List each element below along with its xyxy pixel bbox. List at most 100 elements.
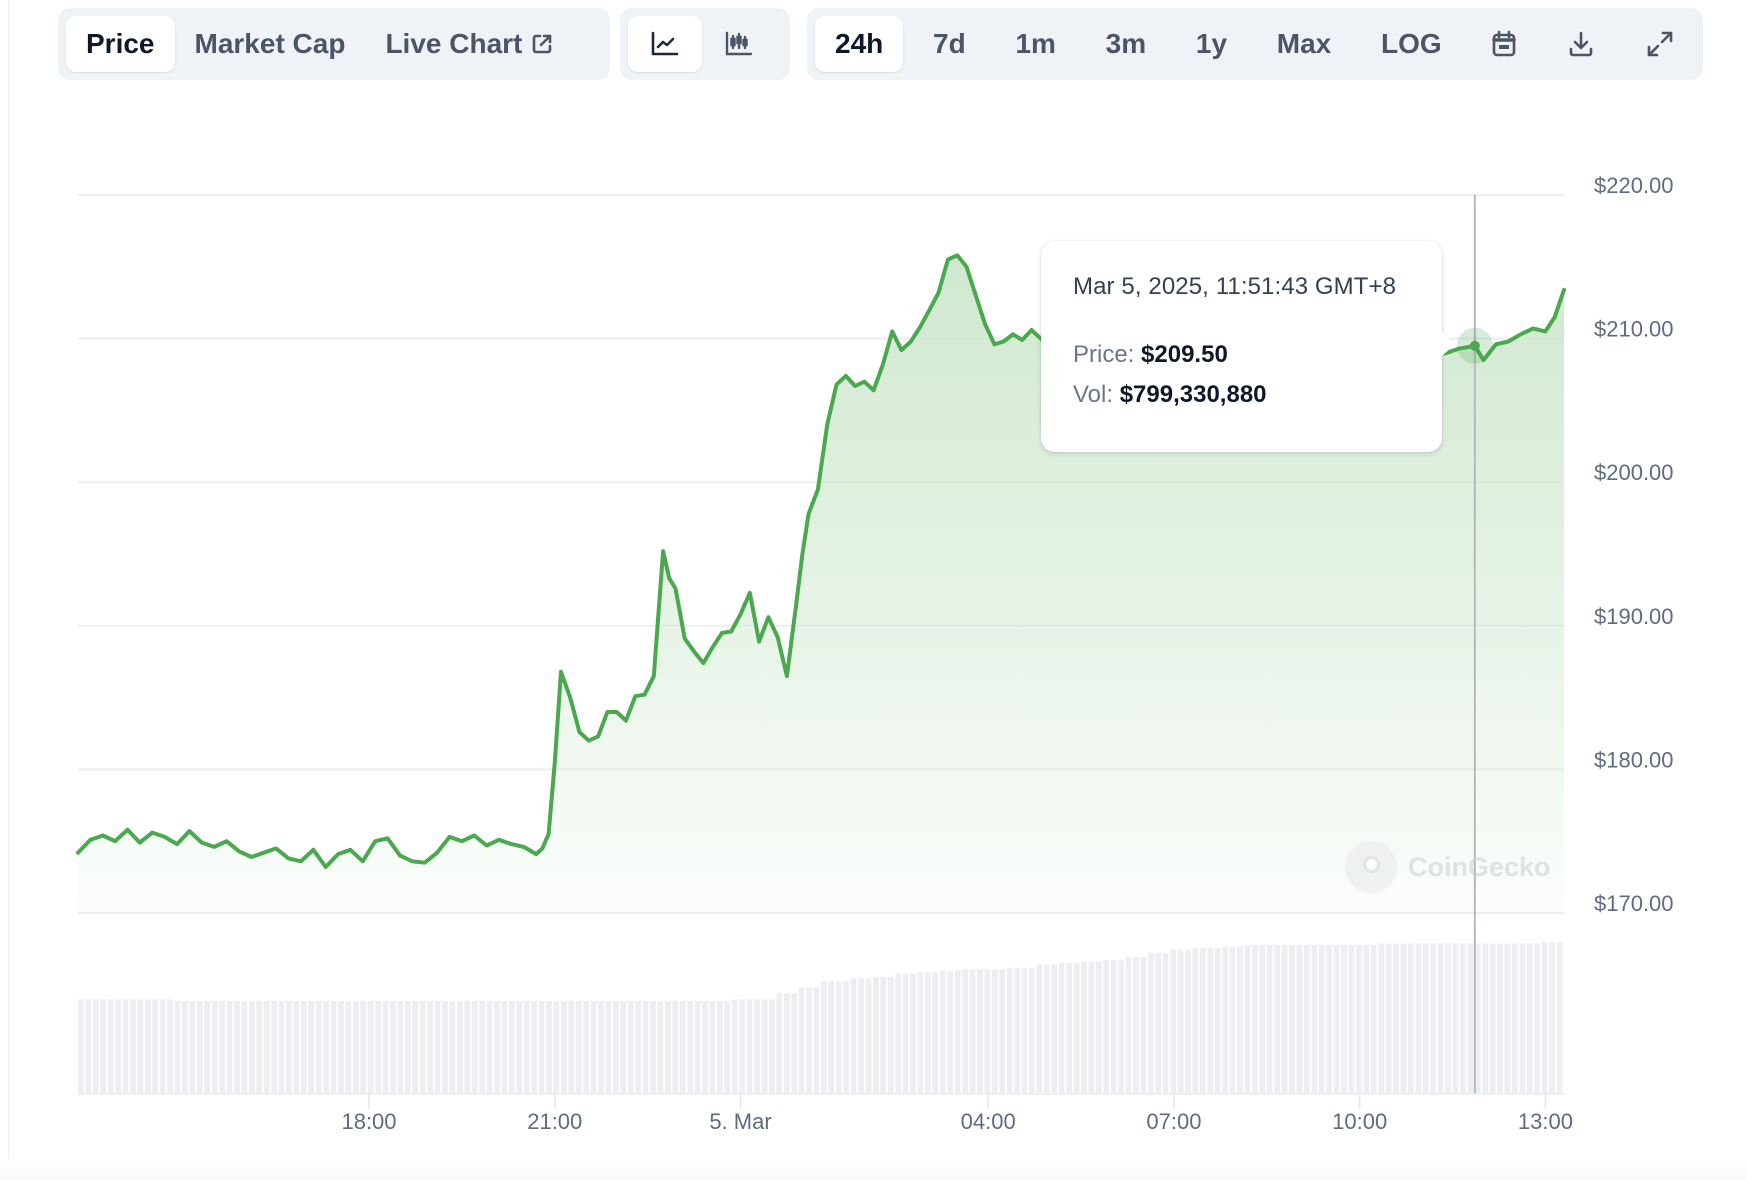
volume-bar xyxy=(717,1000,723,1093)
volume-bar xyxy=(1088,961,1095,1093)
volume-bar xyxy=(1512,943,1518,1093)
volume-bar xyxy=(1222,946,1228,1093)
chart-tooltip: Mar 5, 2025, 11:51:43 GMT+8 Price: $209.… xyxy=(1041,241,1442,452)
volume-bar xyxy=(330,1000,337,1093)
volume-bar xyxy=(323,1000,329,1093)
volume-bar xyxy=(902,973,909,1093)
volume-bar xyxy=(397,1000,404,1093)
volume-bar xyxy=(694,1000,701,1093)
volume-bar xyxy=(1229,946,1236,1093)
volume-bar xyxy=(806,987,812,1093)
volume-bar xyxy=(1482,943,1489,1093)
volume-bar xyxy=(1363,945,1370,1093)
volume-bar xyxy=(1259,945,1266,1093)
volume-bar xyxy=(1549,942,1555,1093)
volume-bar xyxy=(501,1000,508,1093)
volume-bar xyxy=(226,1000,233,1093)
volume-bar xyxy=(1081,961,1087,1093)
price-chart[interactable]: $220.00 $210.00 $200.00 $190.00 $180.00 $170.… xyxy=(0,0,1746,1180)
volume-bar xyxy=(122,999,129,1093)
volume-bar xyxy=(1162,952,1169,1093)
volume-bar xyxy=(1118,960,1124,1093)
volume-bar xyxy=(360,1000,367,1093)
tooltip-price-label: Price: xyxy=(1073,341,1135,368)
volume-bar xyxy=(843,981,850,1093)
volume-bar xyxy=(1244,945,1251,1093)
volume-bar xyxy=(583,1000,589,1093)
volume-bar xyxy=(1556,942,1563,1093)
volume-bar xyxy=(1504,943,1511,1093)
volume-bar xyxy=(286,1000,292,1093)
volume-bar xyxy=(1199,948,1206,1093)
volume-bar xyxy=(434,1000,441,1093)
volume-bar xyxy=(925,972,931,1093)
volume-bar xyxy=(516,1000,523,1093)
volume-bar xyxy=(1356,945,1362,1093)
volume-bar xyxy=(107,999,114,1093)
volume-bar xyxy=(390,1000,396,1093)
x-tick-label: 07:00 xyxy=(1146,1109,1201,1134)
volume-bar xyxy=(1029,967,1035,1093)
x-tick-label: 5. Mar xyxy=(709,1109,771,1134)
volume-bar xyxy=(92,999,99,1093)
volume-bar xyxy=(850,978,857,1093)
volume-bar xyxy=(1095,961,1102,1093)
y-tick-label: $220.00 xyxy=(1594,173,1674,198)
volume-bar xyxy=(598,1000,604,1093)
volume-bar xyxy=(382,1000,389,1093)
volume-bar xyxy=(263,1000,270,1093)
volume-bar xyxy=(234,1000,240,1093)
volume-bar xyxy=(1318,945,1325,1093)
volume-bar xyxy=(204,1000,211,1093)
volume-bar xyxy=(1445,943,1451,1093)
volume-bar xyxy=(1370,945,1377,1093)
volume-bar xyxy=(1110,960,1117,1093)
volume-bar xyxy=(835,981,842,1093)
volume-bar xyxy=(456,1000,463,1093)
volume-bar xyxy=(1430,943,1437,1093)
x-tick-label: 21:00 xyxy=(527,1109,582,1134)
volume-bar xyxy=(308,1000,315,1093)
volume-bar xyxy=(1006,967,1013,1093)
volume-bar xyxy=(754,999,760,1093)
volume-bar xyxy=(887,976,894,1093)
volume-bar xyxy=(1289,945,1295,1093)
volume-bar xyxy=(858,978,864,1093)
volume-bar xyxy=(798,987,805,1093)
volume-bar xyxy=(1177,949,1184,1093)
volume-bar xyxy=(865,978,872,1093)
volume-bar xyxy=(590,1000,597,1093)
volume-bar xyxy=(999,969,1006,1093)
volume-bar xyxy=(182,1000,188,1093)
volume-bars xyxy=(78,942,1564,1095)
volume-bar xyxy=(1073,963,1080,1093)
volume-bar xyxy=(575,1000,582,1093)
volume-bar xyxy=(1489,943,1496,1093)
volume-bar xyxy=(100,999,107,1093)
volume-bar xyxy=(687,1000,694,1093)
volume-bar xyxy=(293,1000,300,1093)
volume-bar xyxy=(189,1000,196,1093)
volume-bar xyxy=(427,1000,433,1093)
volume-bar xyxy=(167,999,173,1093)
volume-bar xyxy=(300,1000,307,1093)
volume-bar xyxy=(1400,943,1407,1093)
x-tick-label: 04:00 xyxy=(961,1109,1016,1134)
volume-bar xyxy=(702,1000,708,1093)
volume-bar xyxy=(137,999,144,1093)
volume-bar xyxy=(85,999,92,1093)
volume-bar xyxy=(561,1000,567,1093)
tooltip-volume-value: $799,330,880 xyxy=(1119,381,1267,408)
volume-bar xyxy=(1422,943,1429,1093)
volume-bar xyxy=(1021,967,1028,1093)
x-tick-label: 18:00 xyxy=(341,1109,396,1134)
volume-bar xyxy=(78,999,84,1093)
tooltip-price-row: Price: $209.50 xyxy=(1073,335,1410,375)
volume-bar xyxy=(939,970,946,1093)
volume-bar xyxy=(672,1000,679,1093)
volume-bar xyxy=(821,981,827,1093)
volume-bar xyxy=(1185,949,1191,1093)
volume-bar xyxy=(1415,943,1422,1093)
volume-bar xyxy=(1467,943,1474,1093)
volume-bar xyxy=(1051,964,1058,1093)
